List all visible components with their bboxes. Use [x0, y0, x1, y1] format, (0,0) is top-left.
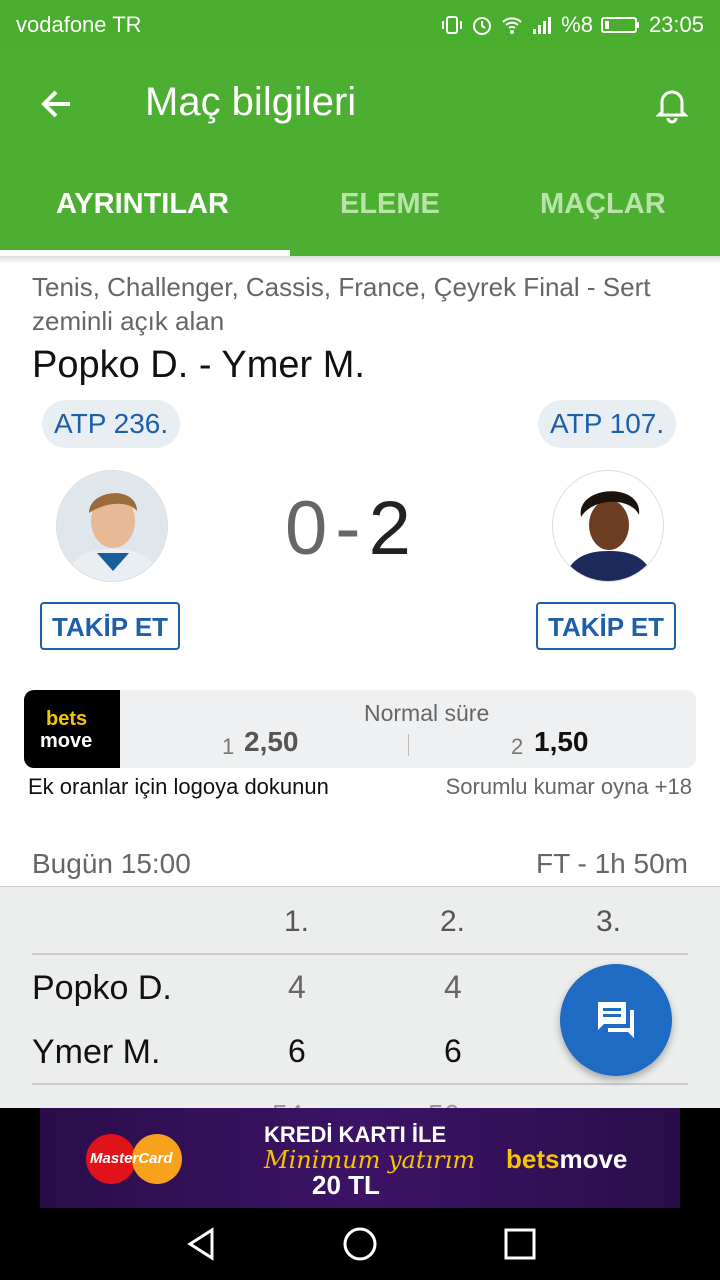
partial-value-1: 54	[272, 1099, 303, 1108]
home-score: 0	[285, 486, 328, 571]
match-date: Bugün 15:00	[32, 848, 191, 879]
ad-banner-bar: MasterCard KREDİ KARTI İLE Minimum yatır…	[0, 1108, 720, 1208]
home-rank-badge: ATP 236.	[42, 400, 181, 448]
home-odds-label: 1	[222, 734, 235, 759]
nav-home-icon[interactable]	[342, 1226, 378, 1262]
chat-icon	[598, 1002, 634, 1038]
table-row-away-player: Ymer M.	[32, 1033, 161, 1071]
nav-back-icon[interactable]	[184, 1226, 220, 1262]
page-title: Maç bilgileri	[145, 80, 357, 124]
tab-details[interactable]: AYRINTILAR	[56, 188, 229, 221]
away-rank-badge: ATP 107.	[538, 400, 677, 448]
table-divider	[32, 1083, 688, 1085]
logo-text-move: move	[40, 730, 93, 752]
ad-brand-move: move	[559, 1144, 628, 1174]
match-status: FT - 1h 50m	[536, 848, 688, 879]
home-set-1: 4	[288, 969, 306, 1005]
odds-period: Normal süre	[364, 700, 490, 726]
system-nav-bar	[0, 1208, 720, 1280]
ad-banner[interactable]: MasterCard KREDİ KARTI İLE Minimum yatır…	[40, 1108, 680, 1208]
tab-matches[interactable]: MAÇLAR	[540, 188, 666, 221]
tab-bar: AYRINTILAR ELEME MAÇLAR	[0, 160, 720, 256]
table-divider	[32, 953, 688, 955]
away-player-avatar[interactable]	[552, 470, 664, 582]
set-header-3: 3.	[596, 905, 622, 938]
app-bar: Maç bilgileri	[0, 48, 720, 160]
battery-percent: %8	[561, 12, 593, 37]
away-odds-value[interactable]: 1,50	[534, 726, 589, 758]
ad-brand-bets: bets	[506, 1144, 560, 1174]
clock: 23:05	[648, 12, 704, 37]
home-set-2: 4	[444, 969, 462, 1005]
ad-brand: betsmove	[506, 1144, 627, 1175]
match-name: Popko D. - Ymer M.	[32, 344, 365, 386]
table-row-home-player: Popko D.	[32, 969, 172, 1007]
odds-panel: bets move Normal süre 1 2,50 2 1,50	[24, 690, 696, 768]
partial-value-2: 56	[428, 1099, 459, 1108]
set-header-1: 1.	[284, 905, 310, 938]
logo-text-bets: bets	[46, 708, 88, 730]
tab-elimination[interactable]: ELEME	[340, 188, 440, 221]
responsible-gambling: Sorumlu kumar oyna +18	[445, 774, 692, 799]
wifi-icon	[502, 17, 522, 34]
signal-icon	[533, 17, 552, 34]
set-header-2: 2.	[440, 905, 466, 938]
mastercard-logo: MasterCard	[86, 1134, 182, 1184]
status-icons: %8 23:05	[441, 12, 704, 38]
bell-icon[interactable]	[652, 84, 692, 124]
odds-hint: Ek oranlar için logoya dokunun	[28, 774, 329, 799]
match-subtitle: Tenis, Challenger, Cassis, France, Çeyre…	[32, 272, 651, 336]
ad-line-3: 20 TL	[312, 1170, 380, 1200]
odds-divider	[408, 734, 409, 756]
match-score: 0-2	[285, 485, 411, 572]
away-set-2: 6	[444, 1033, 462, 1069]
status-bar: vodafone TR %8 23:05	[0, 0, 720, 48]
ad-line-1: KREDİ KARTI İLE	[264, 1122, 447, 1147]
mastercard-text: MasterCard	[90, 1150, 173, 1167]
nav-recents-icon[interactable]	[502, 1226, 538, 1262]
home-player-avatar[interactable]	[56, 470, 168, 582]
follow-home-button[interactable]: TAKİP ET	[40, 602, 181, 650]
away-score: 2	[368, 486, 411, 571]
chat-fab-button[interactable]	[560, 964, 672, 1076]
betsmove-logo[interactable]: bets move	[24, 690, 120, 768]
back-arrow-icon[interactable]	[36, 84, 76, 124]
score-separator: -	[335, 486, 361, 571]
battery-icon	[600, 17, 639, 33]
away-set-1: 6	[288, 1033, 306, 1069]
alarm-icon	[473, 17, 492, 35]
follow-away-button[interactable]: TAKİP ET	[536, 602, 677, 650]
divider	[0, 256, 720, 264]
home-odds-value[interactable]: 2,50	[244, 726, 299, 758]
carrier-name: vodafone TR	[16, 12, 142, 37]
away-odds-label: 2	[511, 734, 524, 759]
vibrate-icon	[442, 16, 463, 34]
